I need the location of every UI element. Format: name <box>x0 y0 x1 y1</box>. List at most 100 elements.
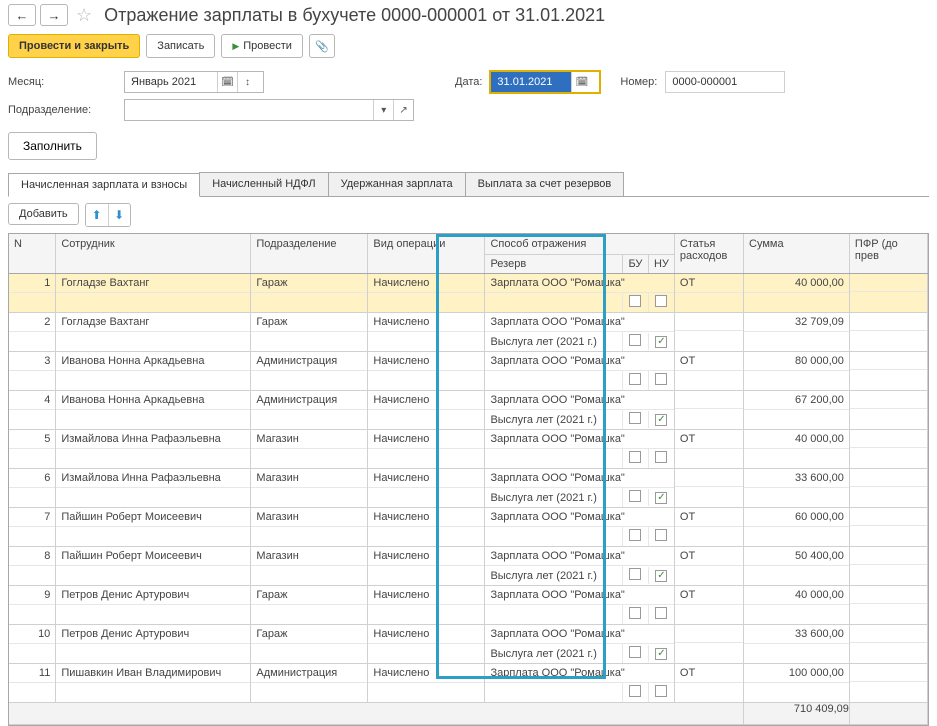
checkbox-icon[interactable] <box>655 685 667 697</box>
cell-cost[interactable] <box>675 313 743 331</box>
checkbox-icon[interactable] <box>655 607 667 619</box>
cell-cost[interactable]: ОТ <box>675 547 743 566</box>
post-button[interactable]: ▶ Провести <box>221 34 303 58</box>
cell-reserve[interactable] <box>485 456 621 462</box>
tab-accrued[interactable]: Начисленная зарплата и взносы <box>8 173 200 197</box>
cell-nu[interactable] <box>648 333 674 350</box>
cell-reserve[interactable]: Выслуга лет (2021 г.) <box>485 567 621 585</box>
cell-dept[interactable]: Администрация <box>251 664 367 683</box>
date-input[interactable] <box>491 72 571 92</box>
cell-reserve[interactable] <box>485 612 621 618</box>
checkbox-icon[interactable] <box>629 529 641 541</box>
table-row[interactable]: 1Гогладзе ВахтангГаражНачислено Зарплата… <box>9 274 928 313</box>
table-row[interactable]: 9Петров Денис АртуровичГаражНачислено За… <box>9 586 928 625</box>
cell-dept[interactable]: Магазин <box>251 508 367 527</box>
cell-bu[interactable] <box>622 566 648 585</box>
col-n[interactable]: N <box>9 234 56 274</box>
cell-bu[interactable] <box>622 644 648 663</box>
cell-nu[interactable] <box>648 567 674 584</box>
cell-bu[interactable] <box>622 410 648 429</box>
checkbox-icon[interactable] <box>629 295 641 307</box>
back-button[interactable]: ← <box>8 4 36 26</box>
move-down-button[interactable]: ⬇ <box>108 204 130 226</box>
cell-emp[interactable]: Пайшин Роберт Моисеевич <box>56 508 250 527</box>
cell-op[interactable]: Начислено <box>368 274 484 293</box>
table-row[interactable]: 8Пайшин Роберт МоисеевичМагазинНачислено… <box>9 547 928 586</box>
cell-pfr[interactable] <box>850 586 927 604</box>
table-row[interactable]: 3Иванова Нонна АркадьевнаАдминистрацияНа… <box>9 352 928 391</box>
cell-pfr[interactable] <box>850 469 927 487</box>
cell-dept[interactable]: Администрация <box>251 352 367 371</box>
open-icon[interactable]: ↗ <box>393 100 413 120</box>
cell-sum[interactable]: 50 400,00 <box>744 547 849 566</box>
checkbox-icon[interactable] <box>655 295 667 307</box>
cell-bu[interactable] <box>622 605 648 624</box>
cell-emp[interactable]: Гогладзе Вахтанг <box>56 313 250 332</box>
cell-nu[interactable] <box>648 371 674 390</box>
cell-op[interactable]: Начислено <box>368 547 484 566</box>
cell-refl[interactable]: Зарплата ООО "Ромашка" <box>485 586 673 605</box>
cell-pfr[interactable] <box>850 664 927 682</box>
cell-emp[interactable]: Пайшин Роберт Моисеевич <box>56 547 250 566</box>
cell-emp[interactable]: Иванова Нонна Аркадьевна <box>56 391 250 410</box>
table-row[interactable]: 6Измайлова Инна РафаэльевнаМагазинНачисл… <box>9 469 928 508</box>
cell-sum[interactable]: 80 000,00 <box>744 352 849 371</box>
cell-op[interactable]: Начислено <box>368 625 484 644</box>
col-cost[interactable]: Статья расходов <box>674 234 743 274</box>
cell-nu[interactable] <box>648 293 674 312</box>
forward-button[interactable]: → <box>40 4 68 26</box>
cell-op[interactable]: Начислено <box>368 430 484 449</box>
col-dept[interactable]: Подразделение <box>251 234 368 274</box>
post-and-close-button[interactable]: Провести и закрыть <box>8 34 140 58</box>
cell-refl[interactable]: Зарплата ООО "Ромашка" <box>485 391 673 410</box>
cell-dept[interactable]: Гараж <box>251 274 367 293</box>
cell-refl[interactable]: Зарплата ООО "Ромашка" <box>485 430 673 449</box>
cell-dept[interactable]: Магазин <box>251 547 367 566</box>
cell-reserve[interactable]: Выслуга лет (2021 г.) <box>485 645 621 663</box>
cell-cost[interactable] <box>675 391 743 409</box>
table-row[interactable]: 10Петров Денис АртуровичГаражНачислено З… <box>9 625 928 664</box>
cell-reserve[interactable] <box>485 300 621 306</box>
cell-emp[interactable]: Измайлова Инна Рафаэльевна <box>56 430 250 449</box>
cell-dept[interactable]: Гараж <box>251 586 367 605</box>
checkbox-icon[interactable] <box>655 529 667 541</box>
cell-cost[interactable] <box>675 625 743 643</box>
cell-bu[interactable] <box>622 293 648 312</box>
checkbox-icon[interactable] <box>629 685 641 697</box>
cell-cost[interactable] <box>675 469 743 487</box>
cell-sum[interactable]: 67 200,00 <box>744 391 849 410</box>
cell-op[interactable]: Начислено <box>368 586 484 605</box>
cell-nu[interactable] <box>648 527 674 546</box>
cell-pfr[interactable] <box>850 508 927 526</box>
cell-pfr[interactable] <box>850 274 927 292</box>
table-row[interactable]: 4Иванова Нонна АркадьевнаАдминистрацияНа… <box>9 391 928 430</box>
tab-reserves[interactable]: Выплата за счет резервов <box>465 172 625 196</box>
table-row[interactable]: 11Пишавкин Иван ВладимировичАдминистраци… <box>9 664 928 703</box>
cell-op[interactable]: Начислено <box>368 313 484 332</box>
cell-emp[interactable]: Гогладзе Вахтанг <box>56 274 250 293</box>
checkbox-icon[interactable] <box>629 607 641 619</box>
cell-op[interactable]: Начислено <box>368 469 484 488</box>
dept-input[interactable] <box>125 100 373 120</box>
cell-reserve[interactable]: Выслуга лет (2021 г.) <box>485 489 621 507</box>
checkbox-icon[interactable] <box>629 334 641 346</box>
cell-reserve[interactable]: Выслуга лет (2021 г.) <box>485 333 621 351</box>
cell-pfr[interactable] <box>850 430 927 448</box>
calendar-icon[interactable]: 🗓 <box>217 72 237 92</box>
cell-dept[interactable]: Магазин <box>251 469 367 488</box>
cell-emp[interactable]: Петров Денис Артурович <box>56 586 250 605</box>
cell-pfr[interactable] <box>850 547 927 565</box>
cell-sum[interactable]: 33 600,00 <box>744 625 849 644</box>
attach-button[interactable]: 📎 <box>309 34 335 58</box>
stepper-icon[interactable]: ↕ <box>237 72 257 92</box>
cell-nu[interactable] <box>648 489 674 506</box>
cell-emp[interactable]: Иванова Нонна Аркадьевна <box>56 352 250 371</box>
col-op[interactable]: Вид операции <box>368 234 485 274</box>
cell-bu[interactable] <box>622 449 648 468</box>
star-icon[interactable]: ☆ <box>76 5 92 26</box>
cell-reserve[interactable] <box>485 690 621 696</box>
tab-withheld[interactable]: Удержанная зарплата <box>328 172 466 196</box>
cell-pfr[interactable] <box>850 352 927 370</box>
cell-reserve[interactable] <box>485 378 621 384</box>
cell-bu[interactable] <box>622 332 648 351</box>
